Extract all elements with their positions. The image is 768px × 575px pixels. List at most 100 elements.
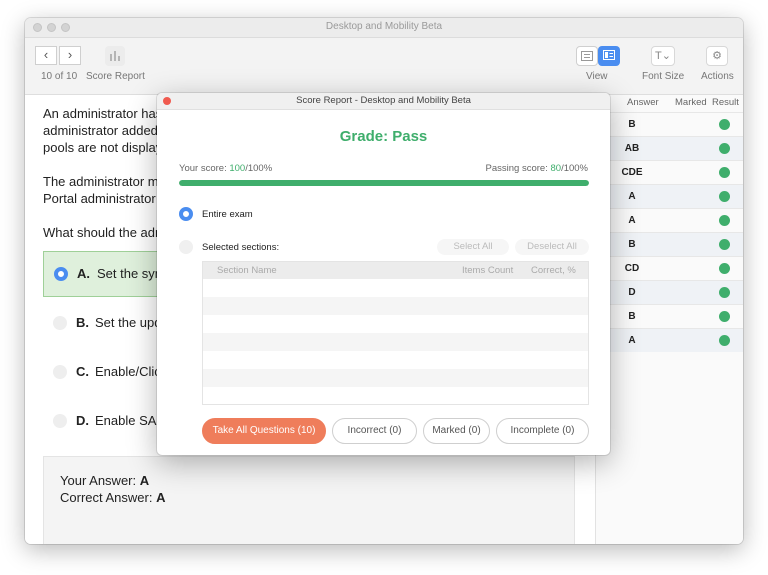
result-answer: B [628,119,636,130]
title-bar: Desktop and Mobility Beta [25,18,743,38]
result-row[interactable]: D [596,280,743,304]
result-correct-icon [719,239,730,250]
take-all-questions-button[interactable]: Take All Questions (10) [202,418,326,444]
score-progress-bar [179,180,589,186]
result-answer: A [628,335,636,346]
question-text-line: The administrator m [43,174,159,189]
table-row [203,351,588,369]
result-correct-icon [719,167,730,178]
result-row[interactable]: A [596,208,743,232]
table-row [203,369,588,387]
result-answer: B [628,239,636,250]
marked-button[interactable]: Marked (0) [423,418,490,444]
sections-table: Section Name Items Count Correct, % [202,261,589,405]
result-correct-icon [719,191,730,202]
incorrect-button[interactable]: Incorrect (0) [332,418,417,444]
result-row[interactable]: B [596,112,743,136]
score-progress-fill [179,180,589,186]
option-letter: C. [76,364,89,379]
option-letter: A. [77,266,90,281]
score-report-dialog: Score Report - Desktop and Mobility Beta… [157,93,610,455]
question-text-line: An administrator has [43,106,163,121]
result-answer: A [628,215,636,226]
passing-score: Passing score: 80/100% [485,163,588,174]
result-row[interactable]: CDE [596,160,743,184]
table-row [203,387,588,405]
selected-sections-label: Selected sections: [202,242,280,253]
results-panel: Answer Marked Result B AB CDE A A B CD D B A [595,95,743,544]
question-text-line: administrator added [43,123,158,138]
option-radio[interactable] [54,267,68,281]
select-all-button[interactable]: Select All [437,239,509,255]
score-report-button[interactable] [105,46,125,66]
font-size-label: Font Size [642,71,685,82]
question-text-line: Portal administrator [43,191,156,206]
deselect-all-button[interactable]: Deselect All [515,239,589,255]
font-size-button[interactable]: T⌄ [651,46,675,66]
your-score: Your score: 100/100% [179,163,273,174]
correct-answer: Correct Answer: A [60,490,166,505]
result-correct-icon [719,335,730,346]
result-answer: A [628,191,636,202]
bar-chart-icon [110,51,120,61]
option-radio[interactable] [53,316,67,330]
option-letter: D. [76,413,89,428]
result-correct-icon [719,263,730,274]
toolbar: ‹ › 10 of 10 Score Report View T⌄ Font S… [25,38,743,95]
answer-summary: Your Answer: A Correct Answer: A [43,456,575,544]
option-letter: B. [76,315,89,330]
result-correct-icon [719,119,730,130]
dialog-title-bar: Score Report - Desktop and Mobility Beta [157,93,610,110]
option-text: Set the upd [95,315,162,330]
incomplete-button[interactable]: Incomplete (0) [496,418,589,444]
your-answer: Your Answer: A [60,473,150,488]
correct-percent-header: Correct, % [531,265,576,276]
back-button[interactable]: ‹ [35,46,57,65]
selected-sections-radio[interactable] [179,240,193,254]
list-icon [581,51,593,61]
detail-view-icon [603,50,615,60]
question-position: 10 of 10 [41,71,78,82]
table-row [203,315,588,333]
items-count-header: Items Count [462,265,514,276]
view-label: View [586,71,608,82]
result-answer: B [628,311,636,322]
question-text-line: pools are not display [43,140,163,155]
result-row[interactable]: A [596,328,743,352]
result-row[interactable]: B [596,232,743,256]
sections-table-header: Section Name Items Count Correct, % [203,262,588,279]
option-text: Set the syn [97,266,163,281]
result-row[interactable]: CD [596,256,743,280]
view-detail-button[interactable] [598,46,620,66]
actions-label: Actions [701,71,734,82]
result-answer: D [628,287,636,298]
table-row [203,333,588,351]
option-text: Enable/Clic [95,364,161,379]
question-prompt: What should the adm [43,225,166,240]
result-answer: CDE [621,167,643,178]
result-correct-icon [719,143,730,154]
grade-heading: Grade: Pass [339,128,428,145]
chevron-left-icon: ‹ [43,47,49,62]
table-row [203,297,588,315]
view-list-button[interactable] [576,46,598,66]
option-radio[interactable] [53,365,67,379]
result-answer: CD [624,263,640,274]
result-row[interactable]: B [596,304,743,328]
window-title: Desktop and Mobility Beta [325,21,443,32]
chevron-right-icon: › [67,47,73,62]
result-correct-icon [719,311,730,322]
result-row[interactable]: A [596,184,743,208]
entire-exam-radio[interactable] [179,207,193,221]
result-answer: AB [624,143,640,154]
section-name-header: Section Name [217,265,277,276]
forward-button[interactable]: › [59,46,81,65]
result-correct-icon [719,287,730,298]
gear-icon: ⚙ [712,50,722,62]
entire-exam-label: Entire exam [202,209,253,220]
result-row[interactable]: AB [596,136,743,160]
actions-button[interactable]: ⚙ [706,46,728,66]
dialog-title: Score Report - Desktop and Mobility Beta [296,95,471,106]
option-radio[interactable] [53,414,67,428]
score-report-label: Score Report [86,71,145,82]
